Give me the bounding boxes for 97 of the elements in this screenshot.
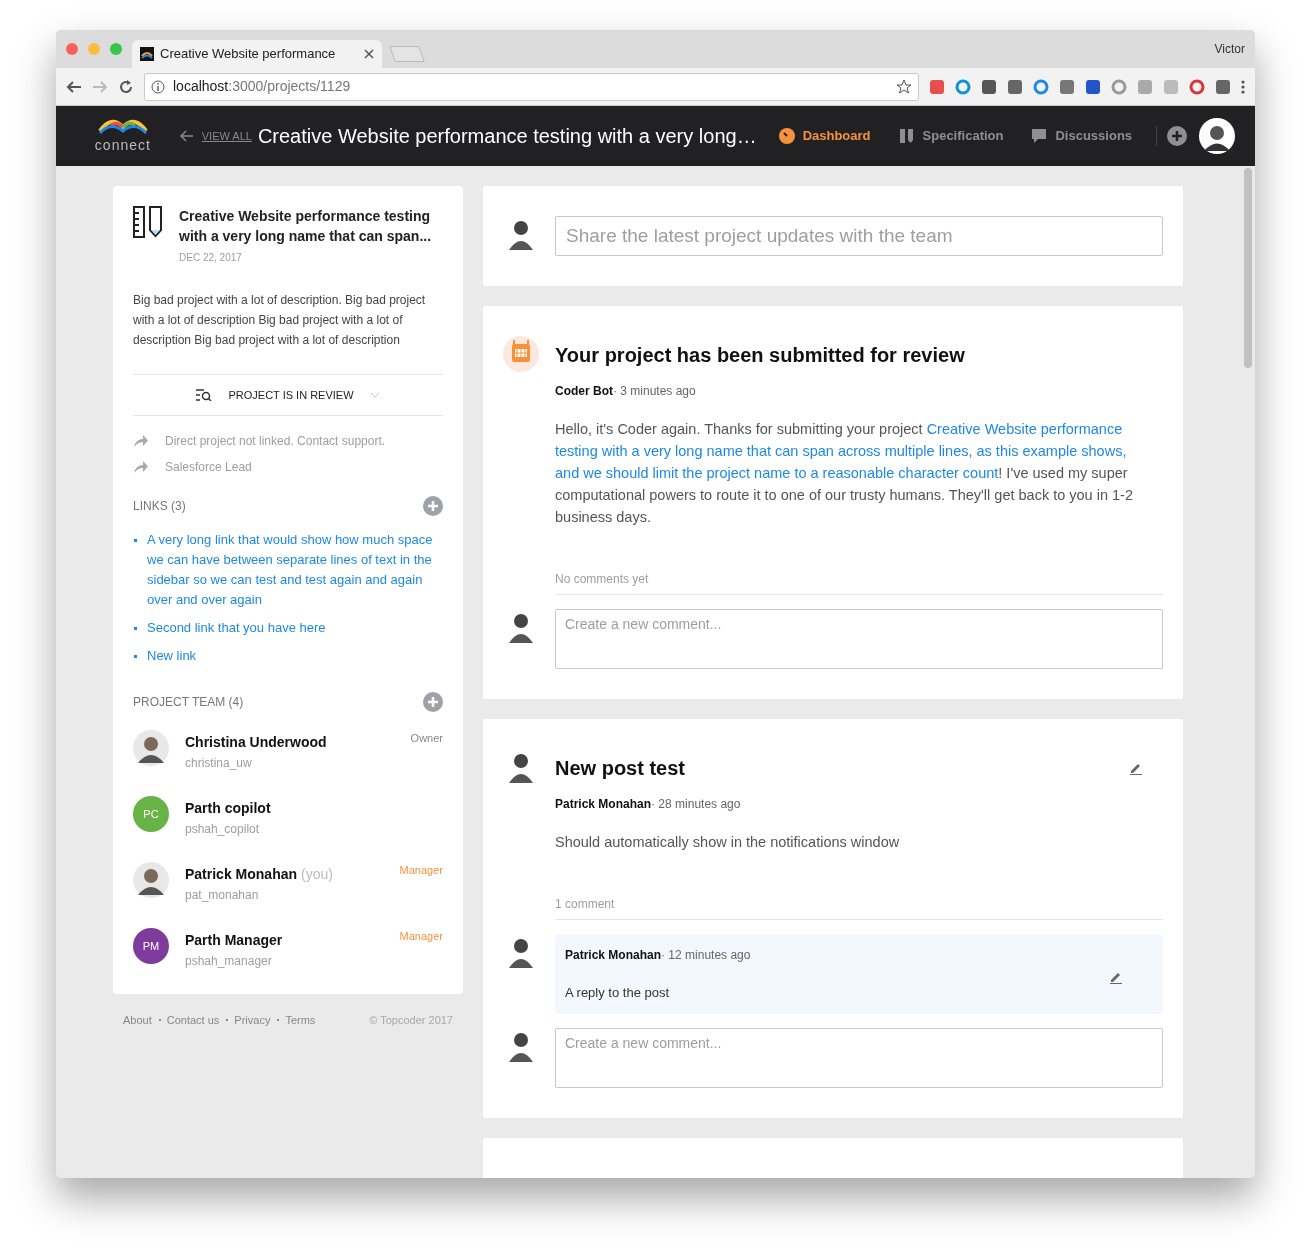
status-dropdown[interactable]: PROJECT IS IN REVIEW	[190, 385, 386, 405]
bullet-icon	[134, 655, 137, 658]
post-body: Hello, it's Coder again. Thanks for submitting your project Creative Website performance testing with a very long name that can span across multiple lines, as this example shows, and we should limit the project name to a reasonable character count! I've used my super computational powers to route it to one of our trusty humans. They'll get back to you in 1-2 business days.	[555, 420, 1134, 527]
profile-name[interactable]: Victor	[1214, 40, 1245, 58]
member-username: pshah_manager	[185, 953, 273, 970]
comment-text: A reply to the post	[565, 983, 670, 1002]
sidebar-link[interactable]: A very long link that would show how much space we can have between separate lines of text in the sidebar so we can test and test again and again over and over again	[147, 530, 443, 610]
post-body: Should automatically show in the notifications window	[555, 833, 901, 852]
bullet-icon	[134, 539, 137, 542]
info-icon	[151, 79, 165, 94]
site-icon	[140, 47, 154, 61]
nav-tab[interactable]: Discussions	[1017, 126, 1147, 146]
add-icon[interactable]	[1167, 126, 1187, 146]
member-username: pshah_copilot	[185, 821, 261, 838]
dot-separator-icon	[158, 1019, 161, 1021]
info-text: Direct project not linked. Contact support.	[165, 433, 386, 450]
sidebar-link[interactable]: New link	[147, 646, 197, 666]
member-username: pat_monahan	[185, 887, 260, 904]
extension-icon[interactable]	[1085, 78, 1101, 95]
address-bar[interactable]: localhost:3000/projects/1129	[144, 72, 919, 101]
member-name: Patrick Monahan	[185, 866, 298, 882]
member-avatar	[133, 862, 169, 898]
back-arrow-icon[interactable]	[66, 78, 82, 95]
comment-meta: Patrick Monahan· 12 minutes ago	[565, 947, 752, 964]
section-heading: PROJECT TEAM (4)	[133, 694, 244, 711]
post-meta: Patrick Monahan· 28 minutes ago	[555, 796, 742, 813]
you-label: (you)	[301, 866, 333, 882]
post-title: New post test	[555, 756, 686, 781]
extension-icon[interactable]	[1215, 78, 1231, 95]
scrollbar[interactable]	[1244, 168, 1252, 368]
close-icon[interactable]	[364, 49, 374, 59]
member-avatar: PC	[133, 796, 169, 832]
ruler-pencil-icon	[133, 206, 163, 238]
url-text: localhost:3000/projects/1129	[173, 77, 351, 96]
comment-field[interactable]: Create a new comment...	[555, 1028, 1163, 1088]
share-arrow-icon	[133, 434, 149, 448]
view-all-link[interactable]: VIEW ALL	[179, 127, 252, 145]
extension-icon[interactable]	[1059, 78, 1075, 95]
user-avatar[interactable]	[1199, 118, 1235, 154]
member-role: Manager	[399, 863, 443, 878]
extension-icon[interactable]	[955, 78, 971, 95]
back-arrow-icon	[179, 130, 194, 142]
update-field[interactable]: Share the latest project updates with the team	[555, 216, 1163, 256]
star-icon[interactable]	[896, 78, 912, 95]
info-text: Salesforce Lead	[165, 459, 252, 476]
member-name: Parth copilot	[185, 800, 271, 816]
project-date: DEC 22, 2017	[179, 251, 243, 265]
review-status-icon	[196, 389, 213, 401]
comment-count: 1 comment	[555, 896, 616, 913]
footer-link[interactable]: Terms	[285, 1012, 316, 1029]
comment-field[interactable]: Create a new comment...	[555, 609, 1163, 669]
project-description: Big bad project with a lot of description. Big bad project with a lot of description Big bad project with a lot of description Big bad project with a lot of description	[133, 292, 427, 349]
discussions-icon	[1031, 128, 1048, 144]
comment-count: No comments yet	[555, 571, 650, 588]
member-username: christina_uw	[185, 755, 253, 772]
extension-icon[interactable]	[981, 78, 997, 95]
dot-separator-icon	[277, 1019, 280, 1021]
footer-link[interactable]: Privacy	[234, 1012, 271, 1029]
member-name: Christina Underwood	[185, 734, 327, 750]
edit-icon[interactable]	[1109, 970, 1123, 984]
post-link[interactable]: testing with a very long name that can span across multiple lines, as this example shows,	[555, 443, 1127, 459]
more-icon[interactable]	[1241, 78, 1245, 95]
project-title: Creative Website performance testing with a very long…	[257, 124, 757, 149]
member-role: Owner	[410, 731, 443, 746]
reload-icon[interactable]	[118, 78, 134, 95]
browser-tab[interactable]: Creative Website performance	[132, 40, 382, 68]
member-role: Manager	[399, 929, 443, 944]
extension-icon[interactable]	[1033, 78, 1049, 95]
dashboard-icon	[778, 128, 795, 144]
extension-icon[interactable]	[929, 78, 945, 95]
nav-tab[interactable]: Dashboard	[764, 126, 885, 146]
caret-icon	[369, 392, 380, 398]
add-icon[interactable]	[423, 692, 443, 712]
post-link[interactable]: Creative Website performance	[926, 421, 1123, 437]
logo-text: connect	[94, 135, 151, 155]
post-title: Your project has been submitted for review	[555, 343, 965, 368]
extension-icon[interactable]	[1007, 78, 1023, 95]
specification-icon	[898, 128, 915, 144]
section-heading: LINKS (3)	[133, 498, 186, 515]
footer-link[interactable]: About	[123, 1012, 152, 1029]
extension-icon[interactable]	[1189, 78, 1205, 95]
copyright: © Topcoder 2017	[369, 1013, 453, 1028]
tab-title: Creative Website performance	[160, 45, 337, 64]
project-name: Creative Website performance testing with a very long name that can span...	[179, 207, 433, 246]
window-control-icon[interactable]	[66, 43, 78, 55]
dot-separator-icon	[226, 1019, 229, 1021]
share-arrow-icon	[133, 460, 149, 474]
member-name: Parth Manager	[185, 932, 283, 948]
nav-tab[interactable]: Specification	[884, 126, 1018, 146]
member-avatar	[133, 730, 169, 766]
add-icon[interactable]	[423, 496, 443, 516]
footer-link[interactable]: Contact us	[166, 1012, 220, 1029]
bullet-icon	[134, 627, 137, 630]
edit-icon[interactable]	[1129, 761, 1143, 775]
sidebar-link[interactable]: Second link that you have here	[147, 618, 326, 638]
member-avatar: PM	[133, 928, 169, 964]
post-meta: Coder Bot· 3 minutes ago	[555, 383, 697, 400]
